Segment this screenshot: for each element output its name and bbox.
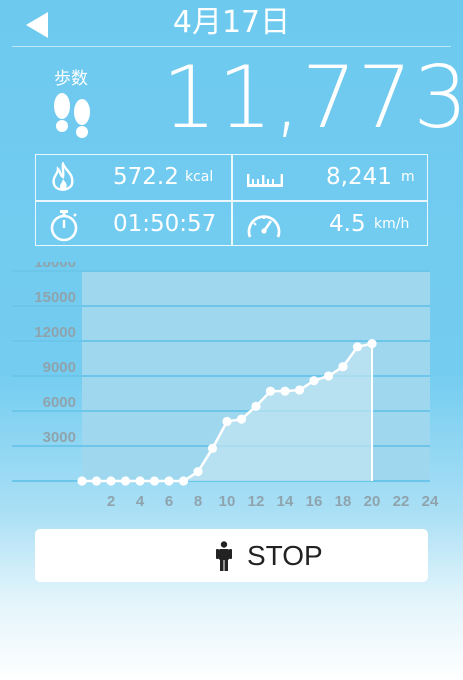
stats-panel: 572.2 kcal 8,241 m 01:50:57 4.5 km/h: [35, 154, 428, 246]
data-point: [149, 476, 160, 486]
y-tick-label: 18000: [34, 262, 76, 271]
data-point: [178, 476, 189, 486]
y-tick-label: 6000: [43, 394, 76, 411]
data-point: [338, 362, 348, 372]
stop-button-label: STOP: [247, 540, 323, 571]
data-point: [77, 476, 87, 486]
stopwatch-icon: [50, 210, 78, 242]
footprints-icon: [54, 93, 90, 138]
person-icon: [216, 541, 232, 571]
steps-chart: 3000600090001200015000180002 4 6 8 10 12 14 16 1…: [12, 262, 439, 510]
x-tick-label: 2: [107, 493, 115, 510]
x-tick-label: 10: [219, 493, 236, 510]
x-tick-label: 14: [277, 493, 294, 510]
distance-cell: 8,241 m: [233, 155, 428, 200]
y-tick-label: 12000: [34, 324, 76, 341]
data-point: [280, 386, 290, 396]
header-divider: [12, 46, 451, 47]
data-point: [120, 476, 131, 486]
stop-button[interactable]: STOP: [35, 529, 428, 582]
data-point: [91, 476, 102, 486]
calories-value: 572.2: [113, 164, 179, 190]
time-cell: 01:50:57: [36, 202, 231, 247]
x-tick-label: 12: [248, 493, 265, 510]
x-tick-label: 8: [194, 493, 202, 510]
ruler-icon: [247, 174, 283, 187]
calories-unit: kcal: [185, 169, 214, 185]
data-point: [367, 339, 377, 349]
x-tick-label: 6: [165, 493, 173, 510]
speed-value: 4.5: [329, 211, 366, 237]
flame-icon: [52, 162, 74, 191]
data-point: [193, 467, 203, 477]
header: 4月17日: [0, 0, 463, 46]
x-tick-label: 20: [364, 493, 381, 510]
distance-unit: m: [401, 169, 415, 185]
data-point: [352, 342, 363, 352]
x-tick-label: 24: [422, 493, 439, 510]
y-tick-label: 9000: [43, 359, 76, 376]
data-point: [106, 476, 116, 486]
steps-count: 11,773: [162, 48, 463, 148]
y-tick-label: 15000: [34, 289, 76, 306]
speedometer-icon: [247, 215, 281, 238]
time-value: 01:50:57: [113, 211, 217, 237]
x-tick-label: 22: [393, 493, 410, 510]
speed-unit: km/h: [374, 216, 410, 232]
x-tick-label: 18: [335, 493, 352, 510]
data-point: [135, 476, 145, 486]
x-tick-label: 16: [306, 493, 323, 510]
calories-cell: 572.2 kcal: [36, 155, 231, 200]
data-point: [222, 416, 232, 427]
speed-cell: 4.5 km/h: [233, 202, 428, 247]
data-point: [309, 376, 319, 386]
data-point: [236, 414, 247, 424]
data-point: [207, 443, 218, 453]
y-tick-label: 3000: [43, 429, 76, 446]
data-point: [294, 385, 305, 395]
data-point: [265, 386, 276, 396]
x-tick-label: 4: [136, 493, 145, 510]
data-point: [323, 371, 334, 381]
data-point: [251, 401, 261, 411]
data-point: [164, 476, 174, 486]
date-title: 4月17日: [172, 5, 291, 40]
distance-value: 8,241: [326, 164, 392, 190]
